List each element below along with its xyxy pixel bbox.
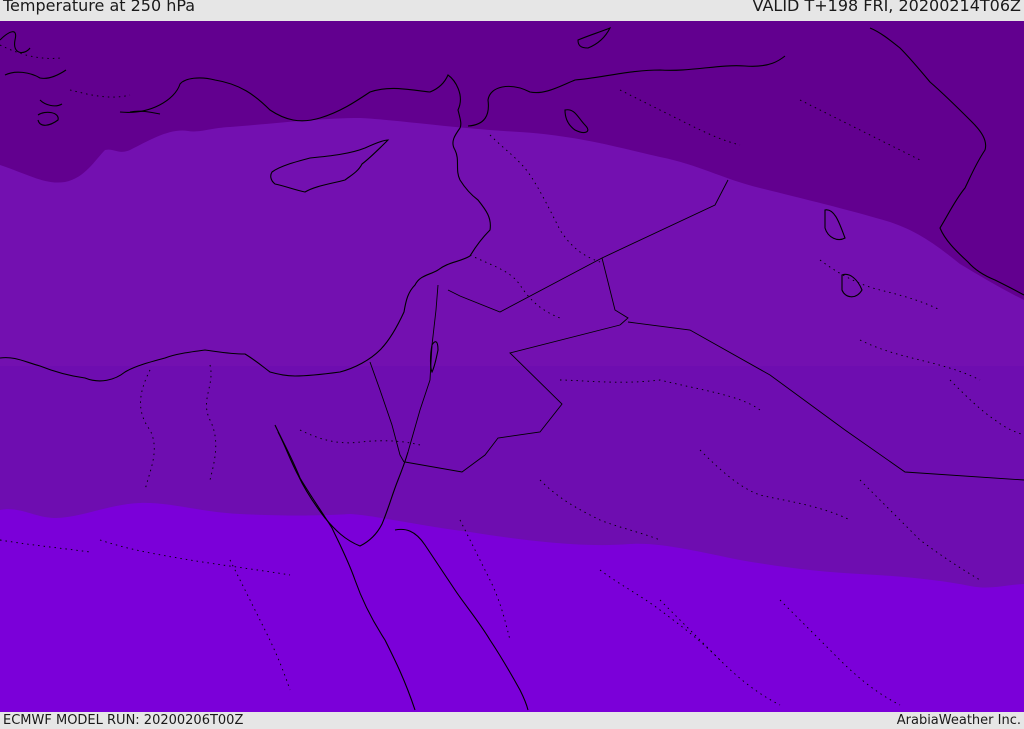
footer-bar: ECMWF MODEL RUN: 20200206T00Z ArabiaWeat… [0, 712, 1024, 729]
weather-map[interactable] [0, 21, 1024, 712]
map-title: Temperature at 250 hPa [3, 0, 196, 15]
map-canvas [0, 21, 1024, 712]
model-run-label: ECMWF MODEL RUN: 20200206T00Z [3, 713, 244, 728]
valid-time: VALID T+198 FRI, 20200214T06Z [752, 0, 1021, 15]
header-bar: Temperature at 250 hPa VALID T+198 FRI, … [0, 0, 1024, 21]
credit-label: ArabiaWeather Inc. [896, 713, 1021, 728]
